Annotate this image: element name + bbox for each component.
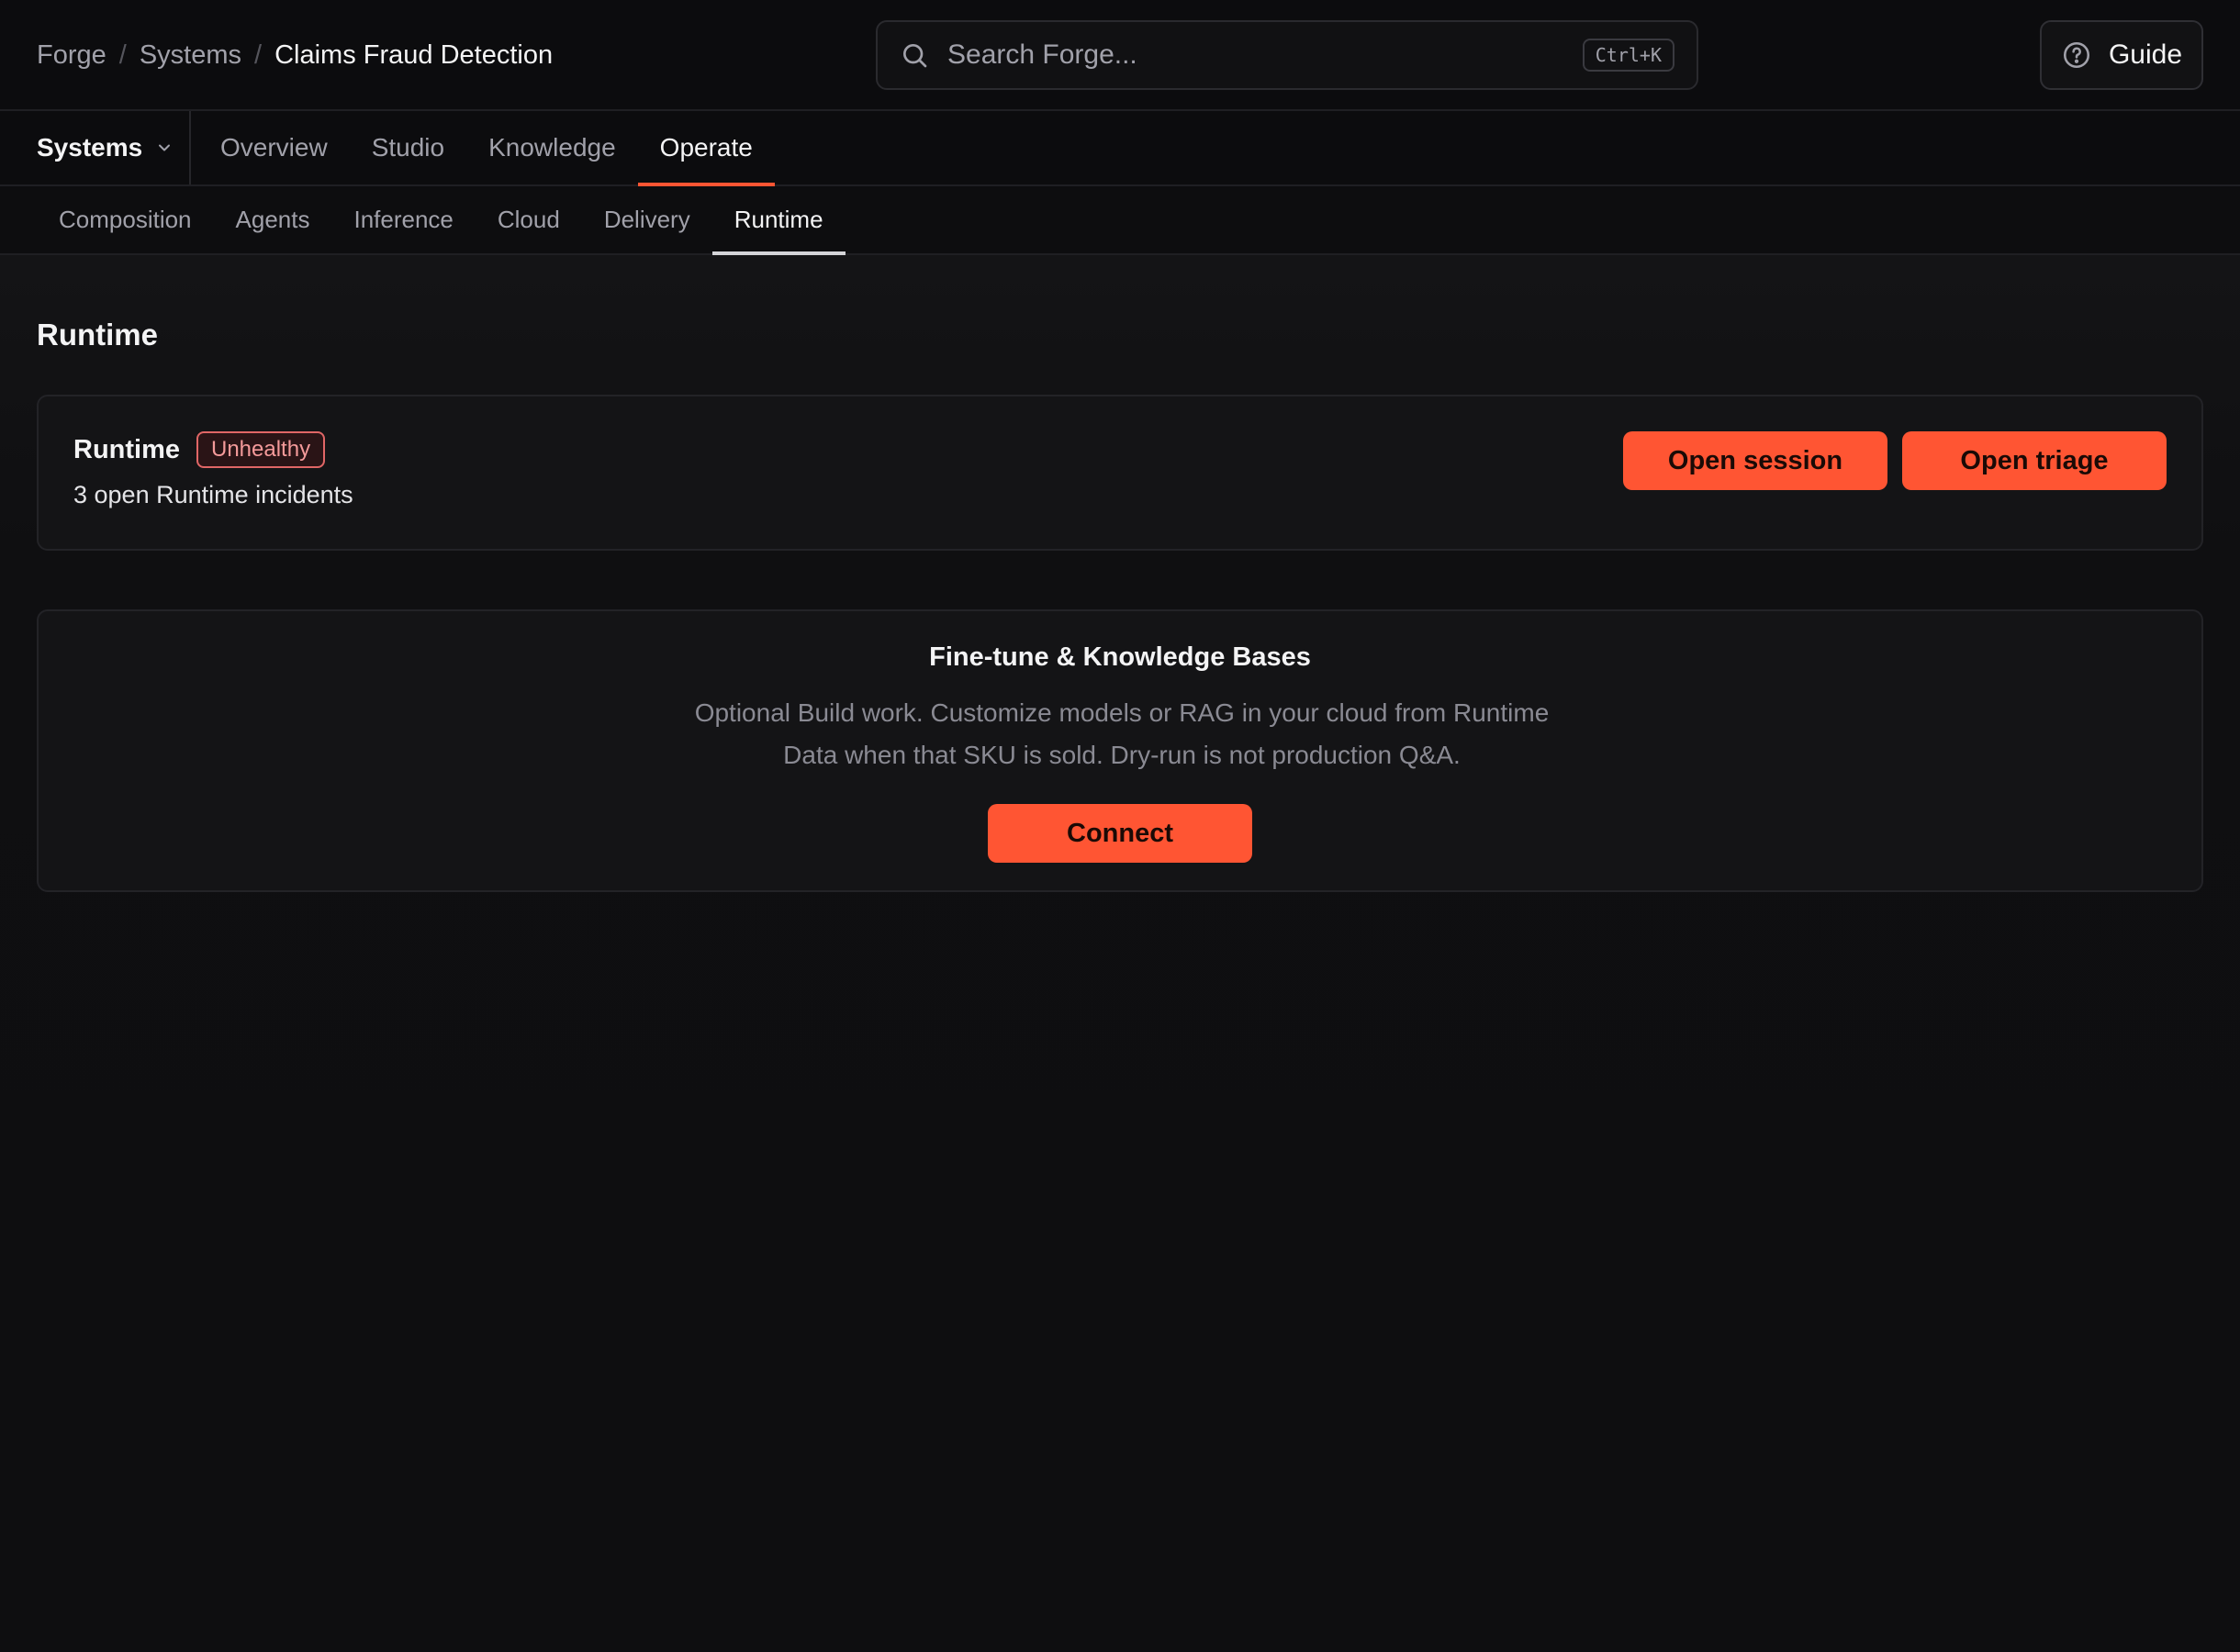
guide-button[interactable]: Guide (2040, 20, 2203, 90)
page-title: Runtime (37, 318, 158, 352)
tab-studio[interactable]: Studio (350, 111, 466, 184)
status-badge: Unhealthy (196, 431, 326, 468)
subtab-inference[interactable]: Inference (331, 186, 475, 253)
subtab-cloud[interactable]: Cloud (476, 186, 582, 253)
search-input[interactable] (947, 39, 1583, 71)
chevron-down-icon (159, 144, 171, 151)
search-icon (903, 44, 927, 68)
finetune-card: Fine-tune & Knowledge Bases Optional Bui… (37, 609, 2203, 892)
nav-divider (189, 111, 191, 184)
runtime-status-card: Runtime Unhealthy 3 open Runtime inciden… (37, 395, 2203, 551)
breadcrumb-systems[interactable]: Systems (140, 40, 241, 71)
connect-button[interactable]: Connect (988, 804, 1252, 863)
finetune-description-line: Optional Build work. Customize models or… (694, 698, 1550, 727)
finetune-card-title: Fine-tune & Knowledge Bases (929, 642, 1311, 672)
sub-nav: Composition Agents Inference Cloud Deliv… (0, 186, 2240, 255)
breadcrumb-separator: / (118, 39, 127, 70)
breadcrumb-forge[interactable]: Forge (37, 40, 106, 71)
finetune-description-line: Data when that SKU is sold. Dry-run is n… (783, 741, 1461, 769)
guide-button-label: Guide (2108, 39, 2183, 70)
open-triage-button[interactable]: Open triage (1902, 431, 2167, 490)
open-session-button[interactable]: Open session (1623, 431, 1887, 490)
runtime-card-title: Runtime (73, 434, 180, 464)
top-bar: Forge / Systems / Claims Fraud Detection… (0, 0, 2240, 111)
breadcrumb-separator: / (254, 39, 263, 70)
main-tabs: Overview Studio Knowledge Operate (198, 111, 776, 186)
search-box[interactable]: Ctrl+K (876, 20, 1698, 90)
main-nav: Systems Overview Studio Knowledge Operat… (0, 111, 2240, 186)
systems-dropdown-label: Systems (37, 133, 143, 162)
breadcrumb-current-system: Claims Fraud Detection (274, 39, 554, 70)
incident-summary: 3 open Runtime incidents (73, 481, 353, 508)
sub-tabs: Composition Agents Inference Cloud Deliv… (37, 186, 846, 255)
tab-operate[interactable]: Operate (637, 111, 776, 186)
subtab-delivery[interactable]: Delivery (582, 186, 712, 253)
finetune-card-description: Optional Build work. Customize models or… (663, 692, 1581, 776)
subtab-runtime[interactable]: Runtime (711, 186, 846, 255)
subtab-composition[interactable]: Composition (37, 186, 214, 253)
runtime-card-header: Runtime Unhealthy (73, 431, 326, 468)
subtab-agents[interactable]: Agents (214, 186, 332, 253)
breadcrumb: Forge / Systems / Claims Fraud Detection (37, 35, 553, 75)
tab-knowledge[interactable]: Knowledge (466, 111, 638, 184)
search-shortcut-hint: Ctrl+K (1582, 39, 1674, 72)
systems-dropdown[interactable]: Systems (37, 111, 174, 184)
tab-overview[interactable]: Overview (198, 111, 350, 184)
help-circle-icon (2063, 41, 2089, 69)
